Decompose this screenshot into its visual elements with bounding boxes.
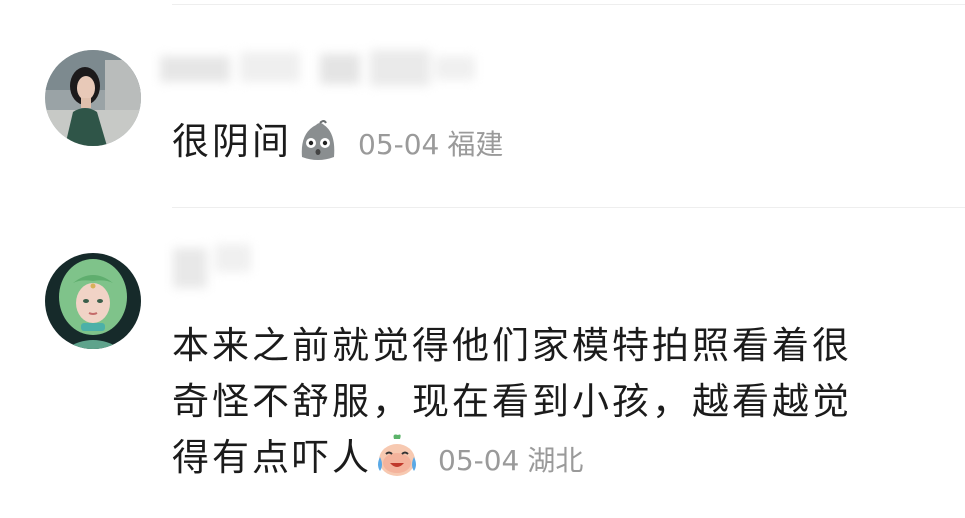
comment-line: 得有点吓人 05-04 湖北: [172, 430, 852, 486]
avatar[interactable]: [45, 50, 141, 146]
comment-location: 湖北: [527, 444, 584, 477]
comment-text: 本来之前就觉得他们家模特拍照看着很 奇怪不舒服，现在看到小孩，越看越觉 得有点吓…: [172, 318, 852, 486]
comment-meta: 05-04 湖北: [438, 444, 583, 477]
crying-emoji-icon: [374, 433, 420, 479]
comment-time: 05-04: [358, 128, 440, 161]
comment-time: 05-04: [438, 444, 520, 477]
comment-meta: 05-04 福建: [358, 128, 503, 161]
comment-line: 本来之前就觉得他们家模特拍照看着很: [172, 324, 852, 367]
divider-top: [172, 4, 965, 5]
comment-text: 很阴间 05-04 福建: [172, 114, 503, 170]
username-blurred[interactable]: [165, 240, 260, 300]
ghost-emoji-icon: [294, 117, 340, 163]
username-blurred[interactable]: [150, 48, 480, 92]
comment-line: 很阴间 05-04 福建: [172, 114, 503, 170]
avatar[interactable]: [45, 253, 141, 349]
comment-location: 福建: [447, 128, 504, 161]
comment-line: 奇怪不舒服，现在看到小孩，越看越觉: [172, 380, 852, 423]
divider: [172, 207, 965, 208]
